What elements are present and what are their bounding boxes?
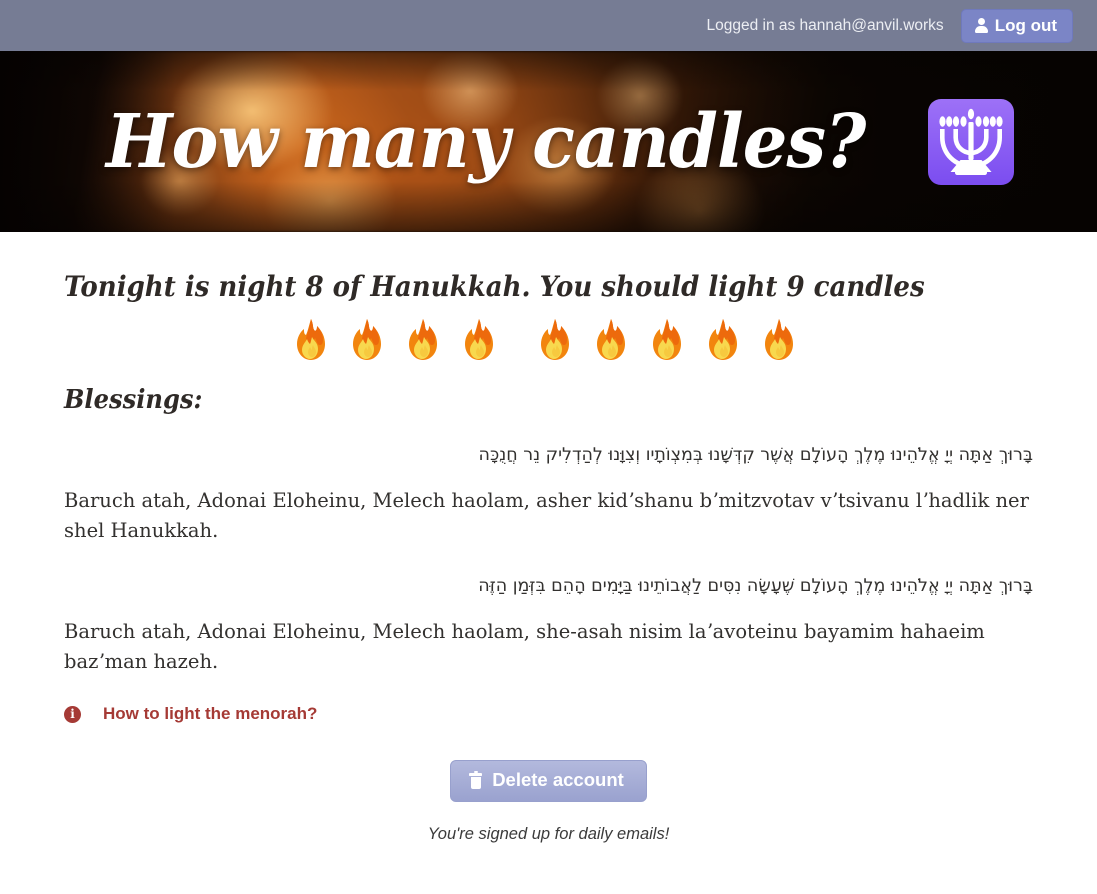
- blessing-transliteration-2: Baruch atah, Adonai Eloheinu, Melech hao…: [64, 620, 985, 673]
- fire-icon: [535, 317, 575, 363]
- night-status-line: Tonight is night 8 of Hanukkah. You shou…: [64, 270, 925, 303]
- logged-in-status: Logged in as hannah@anvil.works: [706, 16, 944, 34]
- fire-icon: [403, 317, 443, 363]
- fire-icon: [459, 317, 499, 363]
- logout-button[interactable]: Log out: [960, 8, 1073, 43]
- hero-banner: How many candles?: [0, 51, 1097, 232]
- blessing-hebrew-1: בָּרוּךְ אַתָּה יְיָ אֱלֹהֵינוּ מֶלֶךְ ה…: [478, 445, 1033, 465]
- how-to-light-row: i How to light the menorah?: [64, 704, 1033, 724]
- delete-account-row: Delete account: [64, 760, 1033, 802]
- delete-account-label: Delete account: [492, 769, 624, 791]
- trash-icon: [469, 770, 483, 789]
- page-title: How many candles?: [106, 98, 866, 185]
- blessing-transliteration-1: Baruch atah, Adonai Eloheinu, Melech hao…: [64, 489, 1029, 542]
- info-circle-icon: i: [64, 705, 81, 723]
- menorah-icon: [927, 98, 1015, 186]
- fire-icon: [291, 317, 331, 363]
- user-icon: [974, 17, 988, 33]
- fire-icon: [647, 317, 687, 363]
- fire-icon: [591, 317, 631, 363]
- fire-icon: [703, 317, 743, 363]
- signup-status-note: You're signed up for daily emails!: [427, 824, 670, 843]
- blessings-heading: Blessings:: [64, 385, 203, 415]
- delete-account-button[interactable]: Delete account: [450, 760, 647, 802]
- blessing-hebrew-2: בָּרוּךְ אַתָּה יְיָ אֱלֹהֵינוּ מֶלֶךְ ה…: [478, 575, 1033, 596]
- main-content: Tonight is night 8 of Hanukkah. You shou…: [0, 232, 1097, 844]
- candle-flames-row: [64, 317, 1033, 363]
- fire-icon: [347, 317, 387, 363]
- how-to-light-link[interactable]: How to light the menorah?: [103, 704, 317, 724]
- logout-button-label: Log out: [994, 15, 1057, 35]
- top-login-bar: Logged in as hannah@anvil.works Log out: [0, 0, 1097, 51]
- fire-icon: [759, 317, 799, 363]
